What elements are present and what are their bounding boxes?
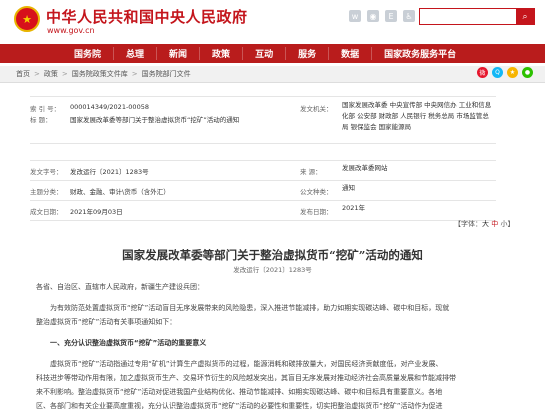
accessibility-icon[interactable]: ♿ xyxy=(403,10,415,22)
font-size-close: 】 xyxy=(507,220,515,228)
site-url: www.gov.cn xyxy=(47,26,95,35)
title-label: 标 题： xyxy=(30,116,52,124)
breadcrumb-separator: > xyxy=(34,70,40,78)
font-size-label: 【字体： xyxy=(454,220,482,228)
source-value: 发展改革委网站 xyxy=(342,164,388,172)
nav-item-state-council[interactable]: 国务院 xyxy=(62,47,115,60)
title-value: 国家发展改革委等部门关于整治虚拟货币“挖矿”活动的通知 xyxy=(70,116,240,124)
qzone-share-icon[interactable]: ★ xyxy=(507,67,518,78)
wechat-share-icon[interactable]: ● xyxy=(522,67,533,78)
date-value: 2021年09月03日 xyxy=(70,208,123,216)
paragraph-line: 整治虚拟货币“挖矿”活动有关事项通知如下： xyxy=(36,318,177,326)
info-row: 标 题： 国家发展改革委等部门关于整治虚拟货币“挖矿”活动的通知 xyxy=(30,116,496,161)
doc-number-label: 发文字号： xyxy=(30,168,63,176)
nav-item-interaction[interactable]: 互动 xyxy=(243,47,287,60)
info-row: 主题分类： 财政、金融、审计\货币（含外汇） 公文种类： 通知 xyxy=(30,181,496,201)
breadcrumb-home[interactable]: 首页 xyxy=(16,69,30,79)
font-size-medium[interactable]: 中 xyxy=(491,220,498,228)
nav-item-data[interactable]: 数据 xyxy=(329,47,373,60)
qq-share-icon[interactable]: Q xyxy=(492,67,503,78)
section-heading: 一、充分认识整治虚拟货币“挖矿”活动的重要意义 xyxy=(50,339,207,347)
weibo-icon[interactable]: w xyxy=(349,10,361,22)
source-label: 来 源： xyxy=(300,168,322,176)
nav-item-service-platform[interactable]: 国家政务服务平台 xyxy=(372,47,468,60)
paragraph-line: 虚拟货币“挖矿”活动指通过专用“矿机”计算生产虚拟货币的过程，能源消耗和碳排放量… xyxy=(50,360,443,368)
english-icon[interactable]: E xyxy=(385,10,397,22)
breadcrumb-department-docs[interactable]: 国务院部门文件 xyxy=(142,69,191,79)
search-input[interactable]: ⌕ xyxy=(419,8,535,25)
info-row: 成文日期： 2021年09月03日 发布日期： 2021年 xyxy=(30,201,496,221)
breadcrumb-policy[interactable]: 政策 xyxy=(44,69,58,79)
issuer-label: 发文机关： xyxy=(300,105,333,113)
breadcrumb: 首页 > 政策 > 国务院政策文件库 > 国务院部门文件 微 Q ★ ● xyxy=(0,66,545,83)
type-label: 公文种类： xyxy=(300,188,333,196)
document-info-table: 索 引 号： 000014349/2021-00058 发文机关： 国家发展改革… xyxy=(30,96,496,221)
index-label: 索 引 号： xyxy=(30,105,61,113)
category-value: 财政、金融、审计\货币（含外汇） xyxy=(70,188,170,196)
document-title: 国家发展改革委等部门关于整治虚拟货币“挖矿”活动的通知 xyxy=(122,248,423,262)
issuer-value: 国家发展改革委 中央宣传部 中央网信办 工业和信息化部 公安部 财政部 人民银行… xyxy=(342,101,492,131)
search-icon[interactable]: ⌕ xyxy=(516,9,534,24)
share-icons: 微 Q ★ ● xyxy=(477,67,533,78)
header-icons: w ◉ E ♿ xyxy=(349,10,415,22)
site-header: ★ 中华人民共和国中央人民政府 www.gov.cn w ◉ E ♿ ⌕ xyxy=(0,0,545,44)
document-number: 发改运行〔2021〕1283号 xyxy=(233,266,312,274)
font-size-switcher: 【字体：大 中 小】 xyxy=(454,219,514,229)
weibo-share-icon[interactable]: 微 xyxy=(477,67,488,78)
publish-date-label: 发布日期： xyxy=(300,208,333,216)
category-label: 主题分类： xyxy=(30,188,63,196)
paragraph-line: 为有效防范处置虚拟货币“挖矿”活动盲目无序发展带来的风险隐患，深入推进节能减排，… xyxy=(50,304,450,312)
breadcrumb-separator: > xyxy=(131,70,138,78)
paragraph-line: 来不利影响。整治虚拟货币“挖矿”活动对促进我国产业结构优化、推动节能减排、如期实… xyxy=(36,388,443,396)
nav-item-news[interactable]: 新闻 xyxy=(157,47,201,60)
doc-number-value: 发改运行〔2021〕1283号 xyxy=(70,168,149,176)
date-label: 成文日期： xyxy=(30,208,63,216)
nav-item-policy[interactable]: 政策 xyxy=(200,47,244,60)
breadcrumb-library[interactable]: 国务院政策文件库 xyxy=(72,69,128,79)
wechat-icon[interactable]: ◉ xyxy=(367,10,379,22)
index-value: 000014349/2021-00058 xyxy=(70,103,149,111)
info-row: 发文字号： 发改运行〔2021〕1283号 来 源： 发展改革委网站 xyxy=(30,161,496,181)
publish-date-value: 2021年 xyxy=(342,204,366,212)
paragraph-line: 科技进步等带动作用有限，加之虚拟货币生产、交易环节衍生的风险越发突出，其盲目无序… xyxy=(36,374,456,382)
breadcrumb-separator: > xyxy=(61,70,68,78)
national-emblem-icon[interactable]: ★ xyxy=(14,6,40,32)
font-size-large[interactable]: 大 xyxy=(482,220,489,228)
site-title[interactable]: 中华人民共和国中央人民政府 xyxy=(46,6,248,27)
main-nav: 国务院 总理 新闻 政策 互动 服务 数据 国家政务服务平台 xyxy=(0,44,545,63)
nav-item-services[interactable]: 服务 xyxy=(286,47,330,60)
addressee: 各省、自治区、直辖市人民政府，新疆生产建设兵团： xyxy=(36,283,204,291)
nav-item-premier[interactable]: 总理 xyxy=(114,47,158,60)
type-value: 通知 xyxy=(342,184,355,192)
paragraph-line: 区、各部门和有关企业要高度重视，充分认识整治虚拟货币“挖矿”活动的必要性和重要性… xyxy=(36,402,443,410)
